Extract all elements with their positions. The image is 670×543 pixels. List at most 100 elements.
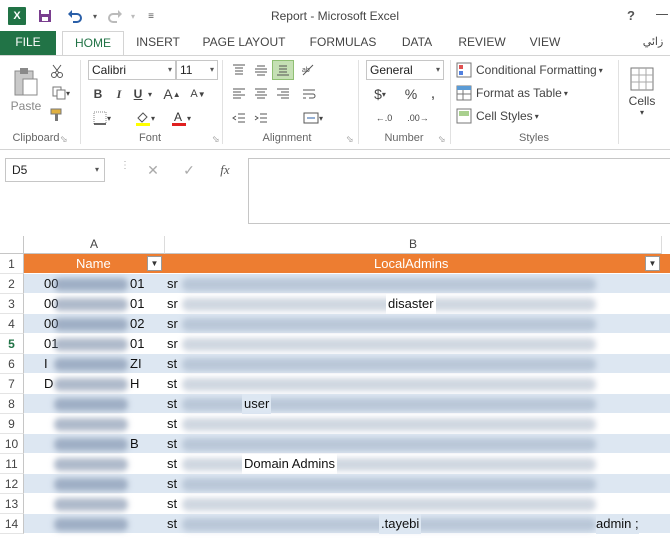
font-color-icon[interactable]: A ▾ <box>166 108 196 128</box>
filter-dropdown-icon[interactable]: ▼ <box>147 256 162 271</box>
row-header[interactable]: 8 <box>0 394 24 414</box>
row-header[interactable]: 7 <box>0 374 24 394</box>
middle-align-icon[interactable] <box>250 60 272 80</box>
row-header[interactable]: 6 <box>0 354 24 374</box>
decrease-indent-icon[interactable] <box>228 108 250 128</box>
table-row[interactable]: st <box>24 494 670 514</box>
table-row[interactable]: st <box>24 474 670 494</box>
tab-home[interactable]: HOME <box>62 31 124 56</box>
cell-styles-button[interactable]: Cell Styles ▾ <box>456 106 539 126</box>
tab-file[interactable]: FILE <box>0 31 56 55</box>
increase-font-icon[interactable]: A ▲ <box>160 84 184 104</box>
formula-input[interactable] <box>248 158 670 224</box>
align-right-icon[interactable] <box>272 84 294 104</box>
header-name[interactable]: Name <box>76 254 111 274</box>
bold-button[interactable]: B <box>88 84 108 104</box>
cell-admins-visible: admin ; <box>596 514 639 534</box>
format-as-table-button[interactable]: Format as Table ▾ <box>456 83 568 103</box>
font-name-combo[interactable]: Calibri ▾ <box>88 60 176 80</box>
cell-admins-prefix: st <box>167 376 178 391</box>
align-center-icon[interactable] <box>250 84 272 104</box>
enter-icon[interactable]: ✓ <box>176 160 202 180</box>
minimize-icon[interactable] <box>656 14 668 28</box>
wrap-text-icon[interactable] <box>298 84 320 104</box>
cell-name-suffix: ZI <box>130 356 142 371</box>
table-row[interactable]: st Domain Admins <box>24 454 670 474</box>
table-row[interactable]: D Hst <box>24 374 670 394</box>
row-header[interactable]: 5 <box>0 334 24 354</box>
decrease-font-icon[interactable]: A ▼ <box>186 84 210 104</box>
table-row[interactable]: 00 01 sr disaster <box>24 294 670 314</box>
currency-button[interactable]: $ ▾ <box>368 84 392 104</box>
tab-review[interactable]: REVIEW <box>454 31 510 55</box>
table-row[interactable]: Bst <box>24 434 670 454</box>
row-header[interactable]: 13 <box>0 494 24 514</box>
row-header[interactable]: 9 <box>0 414 24 434</box>
row-header[interactable]: 14 <box>0 514 24 534</box>
table-row[interactable]: 01 01 sr <box>24 334 670 354</box>
clipboard-launcher-icon[interactable]: ⬂ <box>60 134 68 145</box>
increase-decimal-icon[interactable]: ←.0 <box>370 108 398 128</box>
row-header[interactable]: 2 <box>0 274 24 294</box>
user-name: زائي <box>642 36 664 48</box>
underline-dropdown-icon[interactable]: ▾ <box>145 84 155 104</box>
table-row[interactable]: st .tayebi admin ; <box>24 514 670 534</box>
select-all-corner[interactable] <box>0 236 24 254</box>
top-align-icon[interactable] <box>228 60 250 80</box>
table-row[interactable]: 00 01 sr <box>24 274 670 294</box>
tab-data[interactable]: DATA <box>394 31 440 55</box>
orientation-icon[interactable]: ab <box>298 60 320 80</box>
tab-formulas[interactable]: FORMULAS <box>304 31 382 55</box>
table-row[interactable]: I ZI st <box>24 354 670 374</box>
align-left-icon[interactable] <box>228 84 250 104</box>
increase-indent-icon[interactable] <box>250 108 272 128</box>
cell-name-suffix: 02 <box>130 316 145 331</box>
cell-admins-visible: user <box>242 394 272 414</box>
insert-function-icon[interactable]: fx <box>212 160 238 180</box>
row-header[interactable]: 12 <box>0 474 24 494</box>
cells-button[interactable]: Cells ▾ <box>624 60 660 122</box>
alignment-launcher-icon[interactable]: ⬂ <box>346 134 354 145</box>
percent-button[interactable]: % <box>400 84 422 104</box>
copy-icon[interactable]: ▾ <box>48 84 74 102</box>
tab-insert[interactable]: INSERT <box>132 31 184 55</box>
row-header[interactable]: 1 <box>0 254 24 274</box>
help-icon[interactable]: ? <box>627 8 635 23</box>
tab-page-layout[interactable]: PAGE LAYOUT <box>198 31 290 55</box>
italic-button[interactable]: I <box>110 84 128 104</box>
cell-admins-prefix: st <box>167 496 178 511</box>
formula-bar-handle-icon[interactable]: ⋮ <box>120 160 130 171</box>
merge-center-icon[interactable]: ▾ <box>298 108 328 128</box>
ribbon-tabs: FILE HOME INSERT PAGE LAYOUT FORMULAS DA… <box>0 31 670 56</box>
table-row[interactable]: st user <box>24 394 670 414</box>
table-row[interactable]: 00 02 sr <box>24 314 670 334</box>
paste-button[interactable]: Paste <box>6 62 46 118</box>
bottom-align-icon[interactable] <box>272 60 294 80</box>
number-launcher-icon[interactable]: ⬂ <box>438 134 446 145</box>
row-header[interactable]: 3 <box>0 294 24 314</box>
name-box[interactable]: D5 ▾ <box>5 158 105 182</box>
filter-dropdown-icon[interactable]: ▼ <box>645 256 660 271</box>
header-localadmins[interactable]: LocalAdmins <box>374 254 448 274</box>
conditional-formatting-button[interactable]: Conditional Formatting ▾ <box>456 60 603 80</box>
tab-view[interactable]: VIEW <box>524 31 566 55</box>
number-group-label: Number <box>384 132 424 144</box>
row-header[interactable]: 10 <box>0 434 24 454</box>
font-size-combo[interactable]: 11 ▾ <box>176 60 218 80</box>
borders-icon[interactable]: ▾ <box>88 108 116 128</box>
cut-icon[interactable] <box>48 62 66 80</box>
column-header-a[interactable]: A <box>24 236 165 254</box>
comma-button[interactable]: , <box>424 84 442 104</box>
format-painter-icon[interactable] <box>48 106 66 124</box>
font-launcher-icon[interactable]: ⬂ <box>212 134 220 145</box>
column-header-b[interactable]: B <box>165 236 662 254</box>
underline-button[interactable]: U <box>130 84 146 104</box>
decrease-decimal-icon[interactable]: .00→ <box>404 108 432 128</box>
row-header[interactable]: 11 <box>0 454 24 474</box>
table-row[interactable]: st <box>24 414 670 434</box>
cancel-icon[interactable]: ✕ <box>140 160 166 180</box>
row-header[interactable]: 4 <box>0 314 24 334</box>
fill-color-icon[interactable]: ▾ <box>130 108 160 128</box>
number-format-combo[interactable]: General ▾ <box>366 60 444 80</box>
cell-admins-prefix: st <box>167 476 178 491</box>
